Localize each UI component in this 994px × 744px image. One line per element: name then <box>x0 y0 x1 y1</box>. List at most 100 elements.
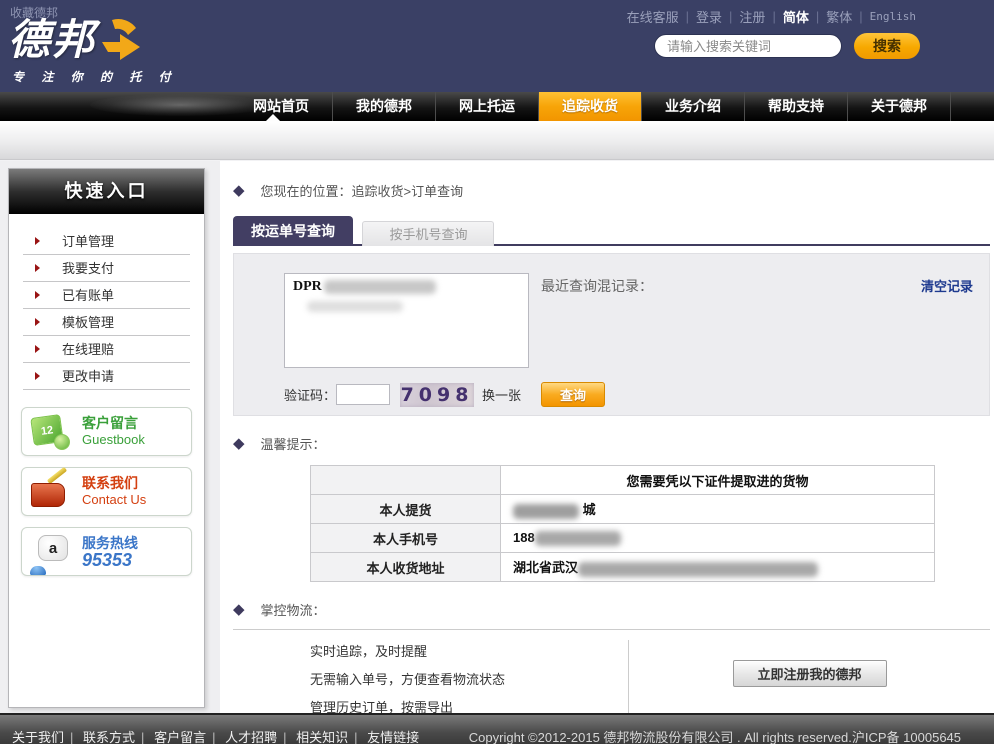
nav-item-home[interactable]: 网站首页 <box>230 92 333 121</box>
sidebar-item-label: 模板管理 <box>62 309 114 336</box>
footer-link-about[interactable]: 关于我们 <box>12 730 64 744</box>
sidebar-title: 快速入口 <box>9 169 204 214</box>
table-header-cell: 您需要凭以下证件提取进的货物 <box>501 466 935 495</box>
logo-tagline: 专 注 你 的 托 付 <box>12 68 178 85</box>
link-traditional-chinese[interactable]: 繁体 <box>826 7 852 26</box>
arrow-bullet-icon <box>35 264 40 272</box>
footer-separator: | <box>70 730 73 744</box>
link-english[interactable]: English <box>870 10 916 23</box>
table-header-row: 您需要凭以下证件提取进的货物 <box>311 466 935 495</box>
footer-separator: | <box>212 730 215 744</box>
logistics-heading-text: 掌控物流： <box>261 600 326 619</box>
hotline-number: 95353 <box>82 552 138 568</box>
logo-text: 德邦 <box>8 18 96 62</box>
contact-book-icon <box>28 471 72 513</box>
sidebar-item-online-claims[interactable]: 在线理赔 <box>23 336 190 363</box>
link-register[interactable]: 注册 <box>739 7 765 26</box>
nav-item-services[interactable]: 业务介绍 <box>642 92 745 121</box>
footer-link-guestbook[interactable]: 客户留言 <box>154 730 206 744</box>
feature-item: 实时追踪，及时提醒 <box>310 638 628 666</box>
arrow-bullet-icon <box>35 237 40 245</box>
footer-link-friendly-links[interactable]: 友情链接 <box>367 730 419 744</box>
clear-records-link[interactable]: 清空记录 <box>921 276 973 295</box>
query-submit-button[interactable]: 查询 <box>541 382 605 407</box>
footer-link-careers[interactable]: 人才招聘 <box>225 730 277 744</box>
redacted-value <box>535 531 621 546</box>
link-online-service[interactable]: 在线客服 <box>627 7 679 26</box>
sidebar-item-pay[interactable]: 我要支付 <box>23 255 190 282</box>
site-header: 收藏德邦 德邦 专 注 你 的 托 付 在线客服| 登录| 注册| 简体| 繁体… <box>0 0 994 92</box>
diamond-bullet-icon: ◆ <box>233 602 245 617</box>
sidebar-item-template-management[interactable]: 模板管理 <box>23 309 190 336</box>
search-input[interactable] <box>654 34 842 58</box>
waybill-query-panel: DPR 验证码： 7098 换一张 查询 最近查询混记录： 清空记录 <box>233 253 990 416</box>
card-title: 联系我们 <box>82 475 146 492</box>
nav-item-my-deppon[interactable]: 我的德邦 <box>333 92 436 121</box>
sidebar-menu: 订单管理 我要支付 已有账单 模板管理 在线理赔 更改申请 <box>9 214 204 396</box>
feature-list: 实时追踪，及时提醒 无需输入单号，方便查看物流状态 管理历史订单，按需导出 <box>310 638 628 722</box>
arrow-bullet-icon <box>35 372 40 380</box>
copyright-text: Copyright ©2012-2015 德邦物流股份有限公司 . All ri… <box>469 730 961 744</box>
captcha-input[interactable] <box>336 384 390 405</box>
link-login[interactable]: 登录 <box>696 7 722 26</box>
link-separator: | <box>729 9 732 24</box>
feature-item: 无需输入单号，方便查看物流状态 <box>310 666 628 694</box>
logo-arrow-icon <box>98 18 144 73</box>
footer-link-contact[interactable]: 联系方式 <box>83 730 135 744</box>
table-row: 本人提货 城 <box>311 495 935 524</box>
link-separator: | <box>686 9 689 24</box>
nav-item-online-shipping[interactable]: 网上托运 <box>436 92 539 121</box>
tab-by-phone[interactable]: 按手机号查询 <box>362 221 494 246</box>
guestbook-card-text: 客户留言 Guestbook <box>82 415 145 448</box>
row-label-phone: 本人手机号 <box>311 524 501 553</box>
diamond-bullet-icon: ◆ <box>233 183 245 198</box>
register-wrap: 立即注册我的德邦 <box>629 638 990 722</box>
contact-us-card[interactable]: 联系我们 Contact Us <box>21 467 192 516</box>
site-footer: 关于我们| 联系方式| 客户留言| 人才招聘| 相关知识| 友情链接 Copyr… <box>0 713 994 744</box>
footer-link-knowledge[interactable]: 相关知识 <box>296 730 348 744</box>
redacted-waybill <box>307 301 403 312</box>
waybill-textarea[interactable]: DPR <box>284 273 529 368</box>
link-simplified-chinese[interactable]: 简体 <box>783 7 809 26</box>
deppon-logo[interactable]: 德邦 <box>8 18 144 73</box>
hotline-bubble-icon: a <box>28 531 72 573</box>
sidebar-item-label: 已有账单 <box>62 282 114 309</box>
captcha-refresh-link[interactable]: 换一张 <box>482 385 521 404</box>
header-search: 搜索 <box>654 33 920 59</box>
sidebar-item-change-request[interactable]: 更改申请 <box>23 363 190 390</box>
contact-card-text: 联系我们 Contact Us <box>82 475 146 508</box>
sidebar-item-label: 我要支付 <box>62 255 114 282</box>
tab-by-waybill[interactable]: 按运单号查询 <box>233 216 353 246</box>
footer-separator: | <box>283 730 286 744</box>
arrow-bullet-icon <box>35 318 40 326</box>
tips-heading: ◆ 温馨提示： <box>233 434 990 453</box>
sidebar-item-label: 订单管理 <box>62 228 114 255</box>
sidebar-item-existing-bills[interactable]: 已有账单 <box>23 282 190 309</box>
search-button[interactable]: 搜索 <box>854 33 920 59</box>
nav-item-tracking[interactable]: 追踪收货 <box>539 92 642 121</box>
table-row: 本人收货地址 湖北省武汉 <box>311 553 935 582</box>
hotline-card-text: 服务热线 95353 <box>82 535 138 568</box>
sidebar-item-order-management[interactable]: 订单管理 <box>23 228 190 255</box>
service-hotline-card[interactable]: a 服务热线 95353 <box>21 527 192 576</box>
book-icon <box>31 483 65 507</box>
nav-item-about[interactable]: 关于德邦 <box>848 92 951 121</box>
nav-pointer-triangle <box>266 114 280 121</box>
table-row: 本人手机号 188 <box>311 524 935 553</box>
pencil-icon <box>47 466 67 483</box>
captcha-label: 验证码： <box>284 385 336 404</box>
row-value-address: 湖北省武汉 <box>501 553 935 582</box>
register-my-deppon-button[interactable]: 立即注册我的德邦 <box>733 660 887 687</box>
row-value-phone: 188 <box>501 524 935 553</box>
sidebar-item-label: 更改申请 <box>62 363 114 390</box>
pickup-credentials-table: 您需要凭以下证件提取进的货物 本人提货 城 本人手机号 188 本人收货地址 湖… <box>310 465 935 582</box>
content-area: 快速入口 订单管理 我要支付 已有账单 模板管理 在线理赔 更改申请 12 客户… <box>0 161 994 713</box>
guestbook-icon-dot <box>54 434 70 450</box>
breadcrumb-text: 您现在的位置：追踪收货>订单查询 <box>261 181 464 200</box>
footer-separator: | <box>141 730 144 744</box>
row-label-pickup: 本人提货 <box>311 495 501 524</box>
guestbook-card[interactable]: 12 客户留言 Guestbook <box>21 407 192 456</box>
captcha-image[interactable]: 7098 <box>400 383 474 407</box>
row-value-pickup: 城 <box>501 495 935 524</box>
nav-item-help[interactable]: 帮助支持 <box>745 92 848 121</box>
